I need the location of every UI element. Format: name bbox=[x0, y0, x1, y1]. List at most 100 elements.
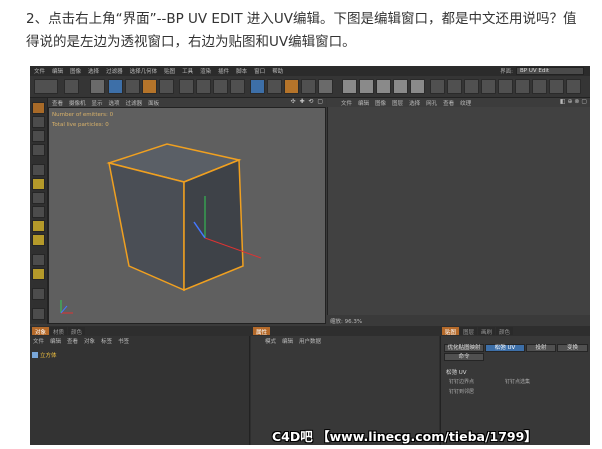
axis-icon[interactable] bbox=[179, 79, 194, 94]
transform-button[interactable]: 变换 bbox=[557, 344, 588, 352]
paint-brush-icon[interactable] bbox=[32, 164, 45, 176]
menu-item-file[interactable]: 文件 bbox=[34, 67, 45, 75]
viewport-menu-filter[interactable]: 过滤器 bbox=[126, 99, 143, 107]
edges-mode-icon[interactable] bbox=[284, 79, 299, 94]
objects-menu-bookmarks[interactable]: 书签 bbox=[118, 337, 129, 345]
knife-icon[interactable] bbox=[32, 308, 45, 320]
tab-colors[interactable]: 颜色 bbox=[68, 327, 86, 336]
uv-grid-icon[interactable] bbox=[376, 79, 391, 94]
menu-item-help[interactable]: 帮助 bbox=[272, 67, 283, 75]
viewport-menu-display[interactable]: 显示 bbox=[92, 99, 103, 107]
rect-select-icon[interactable] bbox=[32, 116, 45, 128]
pin-neighbors-option[interactable]: 钉钉到邻居 bbox=[449, 388, 474, 395]
menu-item-texture[interactable]: 贴图 bbox=[164, 67, 175, 75]
tab-brush[interactable]: 画刷 bbox=[478, 327, 496, 336]
menu-item-script[interactable]: 脚本 bbox=[236, 67, 247, 75]
color-swatch-icon[interactable] bbox=[532, 79, 547, 94]
tab-texture[interactable]: 贴图 bbox=[442, 327, 460, 336]
smudge-icon[interactable] bbox=[498, 79, 513, 94]
burn-icon[interactable] bbox=[32, 234, 45, 246]
drop-icon[interactable] bbox=[32, 220, 45, 232]
viewport-menu-camera[interactable]: 摄像机 bbox=[69, 99, 86, 107]
uv-polygons-icon[interactable] bbox=[359, 79, 374, 94]
paint-mode-icon[interactable] bbox=[318, 79, 333, 94]
tab-materials[interactable]: 材质 bbox=[50, 327, 68, 336]
uv-menu-image[interactable]: 图像 bbox=[375, 99, 386, 107]
attributes-menu-mode[interactable]: 模式 bbox=[265, 337, 276, 345]
cube-object[interactable] bbox=[106, 143, 244, 292]
live-select-icon[interactable] bbox=[32, 102, 45, 114]
uv-menu-edit[interactable]: 编辑 bbox=[358, 99, 369, 107]
menu-item-window[interactable]: 窗口 bbox=[254, 67, 265, 75]
uv-editor-canvas[interactable] bbox=[327, 107, 590, 315]
polygons-mode-icon[interactable] bbox=[301, 79, 316, 94]
tab-attributes[interactable]: 属性 bbox=[253, 327, 271, 336]
uv-checker-icon[interactable] bbox=[393, 79, 408, 94]
viewport-menu-panel[interactable]: 面板 bbox=[148, 99, 159, 107]
undo-icon[interactable] bbox=[34, 79, 58, 94]
tab-layers[interactable]: 图层 bbox=[460, 327, 478, 336]
objects-menu-object[interactable]: 对象 bbox=[84, 337, 95, 345]
viewport-menu-options[interactable]: 选项 bbox=[109, 99, 120, 107]
select-tool-icon[interactable] bbox=[90, 79, 105, 94]
objects-menu-tags[interactable]: 标签 bbox=[101, 337, 112, 345]
tab-color[interactable]: 颜色 bbox=[496, 327, 514, 336]
attributes-menu-userdata[interactable]: 用户数据 bbox=[299, 337, 321, 345]
menu-item-select-geometry[interactable]: 选择几何体 bbox=[130, 67, 158, 75]
fill-icon[interactable] bbox=[447, 79, 462, 94]
uv-menu-select[interactable]: 选择 bbox=[409, 99, 420, 107]
render-region-icon[interactable] bbox=[196, 79, 211, 94]
eraser-icon[interactable] bbox=[464, 79, 479, 94]
uv-menu-layer[interactable]: 图层 bbox=[392, 99, 403, 107]
objects-menu-edit[interactable]: 编辑 bbox=[50, 337, 61, 345]
uv-menu-mesh[interactable]: 网孔 bbox=[426, 99, 437, 107]
lasso-select-icon[interactable] bbox=[32, 130, 45, 142]
command-button[interactable]: 命令 bbox=[444, 353, 484, 361]
pin-border-option[interactable]: 钉钉边界点 bbox=[449, 378, 474, 385]
layer-icon[interactable] bbox=[566, 79, 581, 94]
redo-icon[interactable] bbox=[64, 79, 79, 94]
viewport-nav-icons[interactable]: ✣ ✚ ⟲ ▢ bbox=[291, 98, 324, 105]
menu-item-filter[interactable]: 过滤器 bbox=[106, 67, 123, 75]
brush-icon[interactable] bbox=[430, 79, 445, 94]
attributes-menu-edit[interactable]: 编辑 bbox=[282, 337, 293, 345]
menu-item-tools[interactable]: 工具 bbox=[182, 67, 193, 75]
objects-menu-file[interactable]: 文件 bbox=[33, 337, 44, 345]
uv-display-icon[interactable] bbox=[410, 79, 425, 94]
menu-item-plugins[interactable]: 插件 bbox=[218, 67, 229, 75]
optimal-mapping-button[interactable]: 优化贴图映射 bbox=[444, 344, 484, 352]
layout-dropdown[interactable]: BP UV Edit bbox=[516, 67, 584, 75]
eraser-tool-icon[interactable] bbox=[32, 192, 45, 204]
clone-icon[interactable] bbox=[481, 79, 496, 94]
objects-menu-view[interactable]: 查看 bbox=[67, 337, 78, 345]
coordinate-icon[interactable] bbox=[159, 79, 174, 94]
menu-item-render[interactable]: 渲染 bbox=[200, 67, 211, 75]
pipette-icon[interactable] bbox=[32, 254, 45, 266]
perspective-viewport[interactable]: Number of emitters: 0 Total live particl… bbox=[48, 107, 326, 324]
uv-points-icon[interactable] bbox=[342, 79, 357, 94]
object-row-cube[interactable]: 立方体 bbox=[32, 350, 57, 359]
projection-button[interactable]: 投射 bbox=[526, 344, 556, 352]
cube-object-icon[interactable] bbox=[250, 79, 265, 94]
bucket-icon[interactable] bbox=[32, 178, 45, 190]
relax-uv-button[interactable]: 松弛 UV bbox=[485, 344, 525, 352]
points-mode-icon[interactable] bbox=[267, 79, 282, 94]
tab-objects[interactable]: 对象 bbox=[32, 327, 50, 336]
render-view-icon[interactable] bbox=[213, 79, 228, 94]
text-tool-icon[interactable] bbox=[515, 79, 530, 94]
star-icon[interactable] bbox=[32, 268, 45, 280]
menu-item-image[interactable]: 图像 bbox=[70, 67, 81, 75]
gradient-icon[interactable] bbox=[32, 206, 45, 218]
projection-icon[interactable] bbox=[549, 79, 564, 94]
menu-item-select[interactable]: 选择 bbox=[88, 67, 99, 75]
rotate-tool-icon[interactable] bbox=[142, 79, 157, 94]
uv-menu-file[interactable]: 文件 bbox=[341, 99, 352, 107]
uv-menu-texture[interactable]: 纹理 bbox=[460, 99, 471, 107]
checker-icon[interactable] bbox=[32, 144, 45, 156]
uv-editor-icons[interactable]: ◧ ⊕ ⊗ ▢ bbox=[560, 98, 587, 105]
uv-menu-view[interactable]: 查看 bbox=[443, 99, 454, 107]
pin-selection-option[interactable]: 钉钉点选集 bbox=[505, 378, 530, 385]
magnet-icon[interactable] bbox=[32, 288, 45, 300]
move-tool-icon[interactable] bbox=[108, 79, 123, 94]
menu-item-edit[interactable]: 编辑 bbox=[52, 67, 63, 75]
